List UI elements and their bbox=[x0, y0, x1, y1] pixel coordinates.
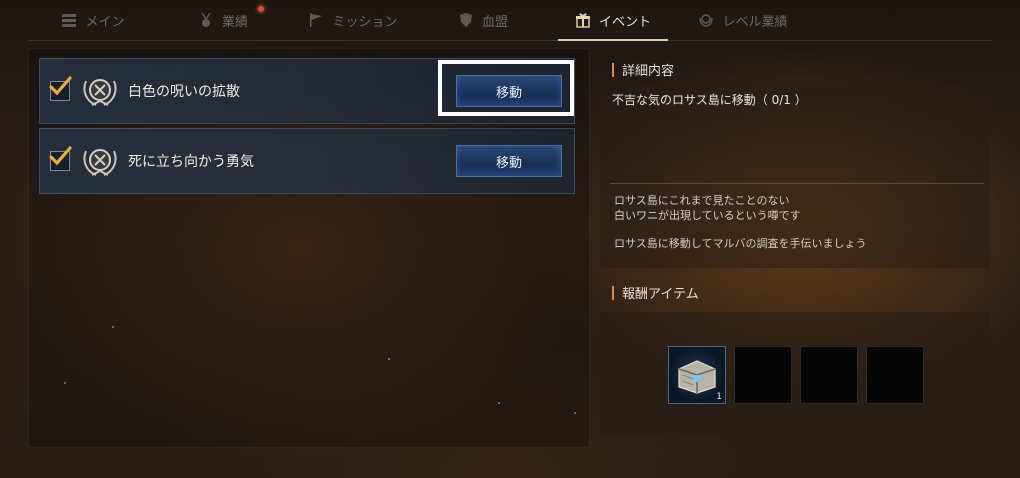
detail-panel: 詳細内容 不吉な気のロサス島に移動（ 0/1 ） ロサス島にこれまで見たことのな… bbox=[598, 48, 996, 438]
reward-slot[interactable] bbox=[800, 346, 858, 404]
reward-slots: 1 bbox=[668, 346, 924, 404]
heading-accent bbox=[612, 285, 614, 300]
tab-label: ミッション bbox=[332, 14, 398, 30]
heading-accent bbox=[612, 62, 614, 77]
treasure-chest-icon bbox=[678, 360, 716, 394]
reward-heading-label: 報酬アイテム bbox=[622, 287, 699, 302]
tab-level-achievements[interactable]: レベル業績 bbox=[678, 0, 808, 40]
checkmark-icon bbox=[49, 146, 72, 166]
quest-goal: 不吉な気のロサス島に移動（ 0/1 ） bbox=[612, 93, 807, 107]
move-button[interactable]: 移動 bbox=[456, 145, 562, 177]
medal-icon bbox=[198, 12, 214, 28]
reward-slot[interactable]: 1 bbox=[668, 346, 726, 404]
tab-achievements[interactable]: 業績 bbox=[158, 0, 288, 40]
notification-dot bbox=[258, 6, 264, 12]
sparkle bbox=[388, 358, 390, 360]
tab-bar: メイン 業績 ミッション 血盟 イベント レベル業績 bbox=[28, 0, 992, 41]
tab-label: イベント bbox=[598, 14, 651, 30]
checkbox[interactable] bbox=[49, 76, 72, 101]
detail-content: 不吉な気のロサス島に移動（ 0/1 ） ロサス島にこれまで見たことのない 白いワ… bbox=[600, 84, 990, 268]
tab-clan[interactable]: 血盟 bbox=[418, 0, 548, 40]
sparkle bbox=[498, 402, 500, 404]
detail-heading-label: 詳細内容 bbox=[622, 64, 675, 79]
checkbox[interactable] bbox=[49, 146, 72, 171]
tab-label: 業績 bbox=[221, 14, 248, 30]
detail-heading: 詳細内容 bbox=[612, 60, 674, 79]
laurel-emblem-icon bbox=[78, 69, 122, 113]
item-quantity: 1 bbox=[716, 392, 722, 402]
reward-slot[interactable] bbox=[866, 346, 924, 404]
tab-label: レベル業績 bbox=[722, 14, 788, 30]
gift-icon bbox=[575, 12, 591, 28]
description-line: 白いワニが出現しているという噂です bbox=[614, 209, 801, 222]
reward-heading: 報酬アイテム bbox=[612, 283, 699, 302]
sparkle bbox=[574, 412, 576, 414]
highlight-box bbox=[438, 60, 574, 116]
laurel-icon bbox=[698, 12, 714, 28]
sparkle bbox=[64, 382, 66, 384]
checkmark-icon bbox=[49, 76, 72, 96]
tab-label: メイン bbox=[85, 14, 125, 30]
description-line: ロサス島に移動してマルバの調査を手伝いましょう bbox=[614, 237, 867, 250]
sparkle bbox=[112, 326, 114, 328]
quest-title: 白色の呪いの拡散 bbox=[128, 84, 240, 100]
flag-icon bbox=[308, 12, 324, 28]
tab-label: 血盟 bbox=[481, 14, 508, 30]
quest-item[interactable]: 死に立ち向かう勇気 移動 bbox=[39, 128, 575, 194]
laurel-emblem-icon bbox=[78, 139, 122, 183]
description-line: ロサス島にこれまで見たことのない bbox=[614, 194, 790, 207]
reward-box: 1 bbox=[600, 312, 990, 436]
list-icon bbox=[61, 12, 77, 28]
tab-main[interactable]: メイン bbox=[28, 0, 158, 40]
reward-slot[interactable] bbox=[734, 346, 792, 404]
tab-missions[interactable]: ミッション bbox=[288, 0, 418, 40]
tab-event[interactable]: イベント bbox=[548, 0, 678, 41]
shield-icon bbox=[458, 12, 474, 28]
divider bbox=[610, 183, 984, 184]
quest-title: 死に立ち向かう勇気 bbox=[128, 154, 254, 170]
